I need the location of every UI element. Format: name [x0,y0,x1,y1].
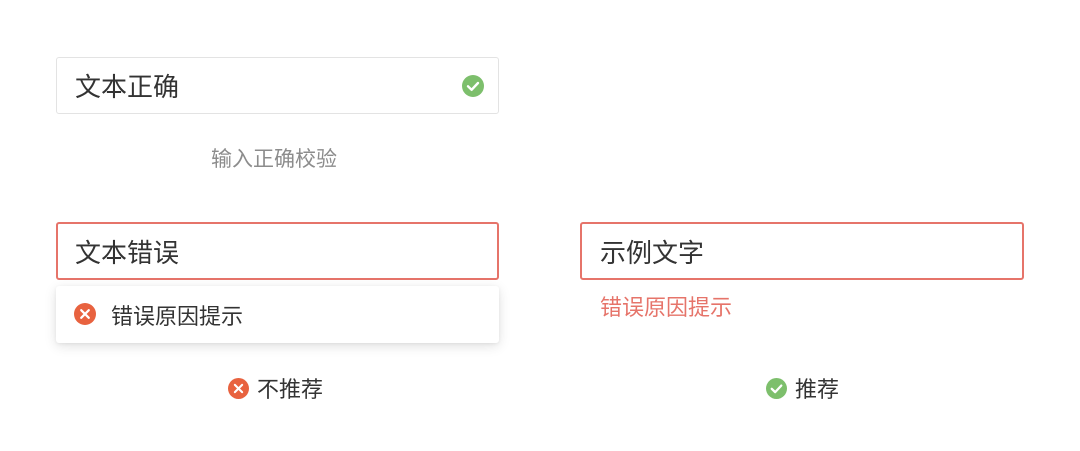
correct-text-input[interactable]: 文本正确 [56,57,499,114]
error-tooltip: 错误原因提示 [56,286,499,343]
error-text-input[interactable]: 文本错误 [56,222,499,280]
recommended-label: 推荐 [766,372,839,404]
not-recommended-label: 不推荐 [228,372,323,404]
check-circle-icon [766,377,787,399]
sample-input-value: 示例文字 [600,238,705,269]
error-circle-icon [228,377,249,399]
correct-input-value: 文本正确 [75,73,180,103]
correct-validation-caption: 输入正确校验 [211,147,337,171]
inline-error-message: 错误原因提示 [600,296,733,321]
error-input-value: 文本错误 [75,238,180,269]
tooltip-error-message: 错误原因提示 [111,305,244,330]
error-circle-icon [74,303,96,325]
check-circle-icon [462,75,484,97]
recommended-text: 推荐 [795,378,840,403]
not-recommended-text: 不推荐 [257,378,324,403]
sample-text-input[interactable]: 示例文字 [580,222,1024,280]
